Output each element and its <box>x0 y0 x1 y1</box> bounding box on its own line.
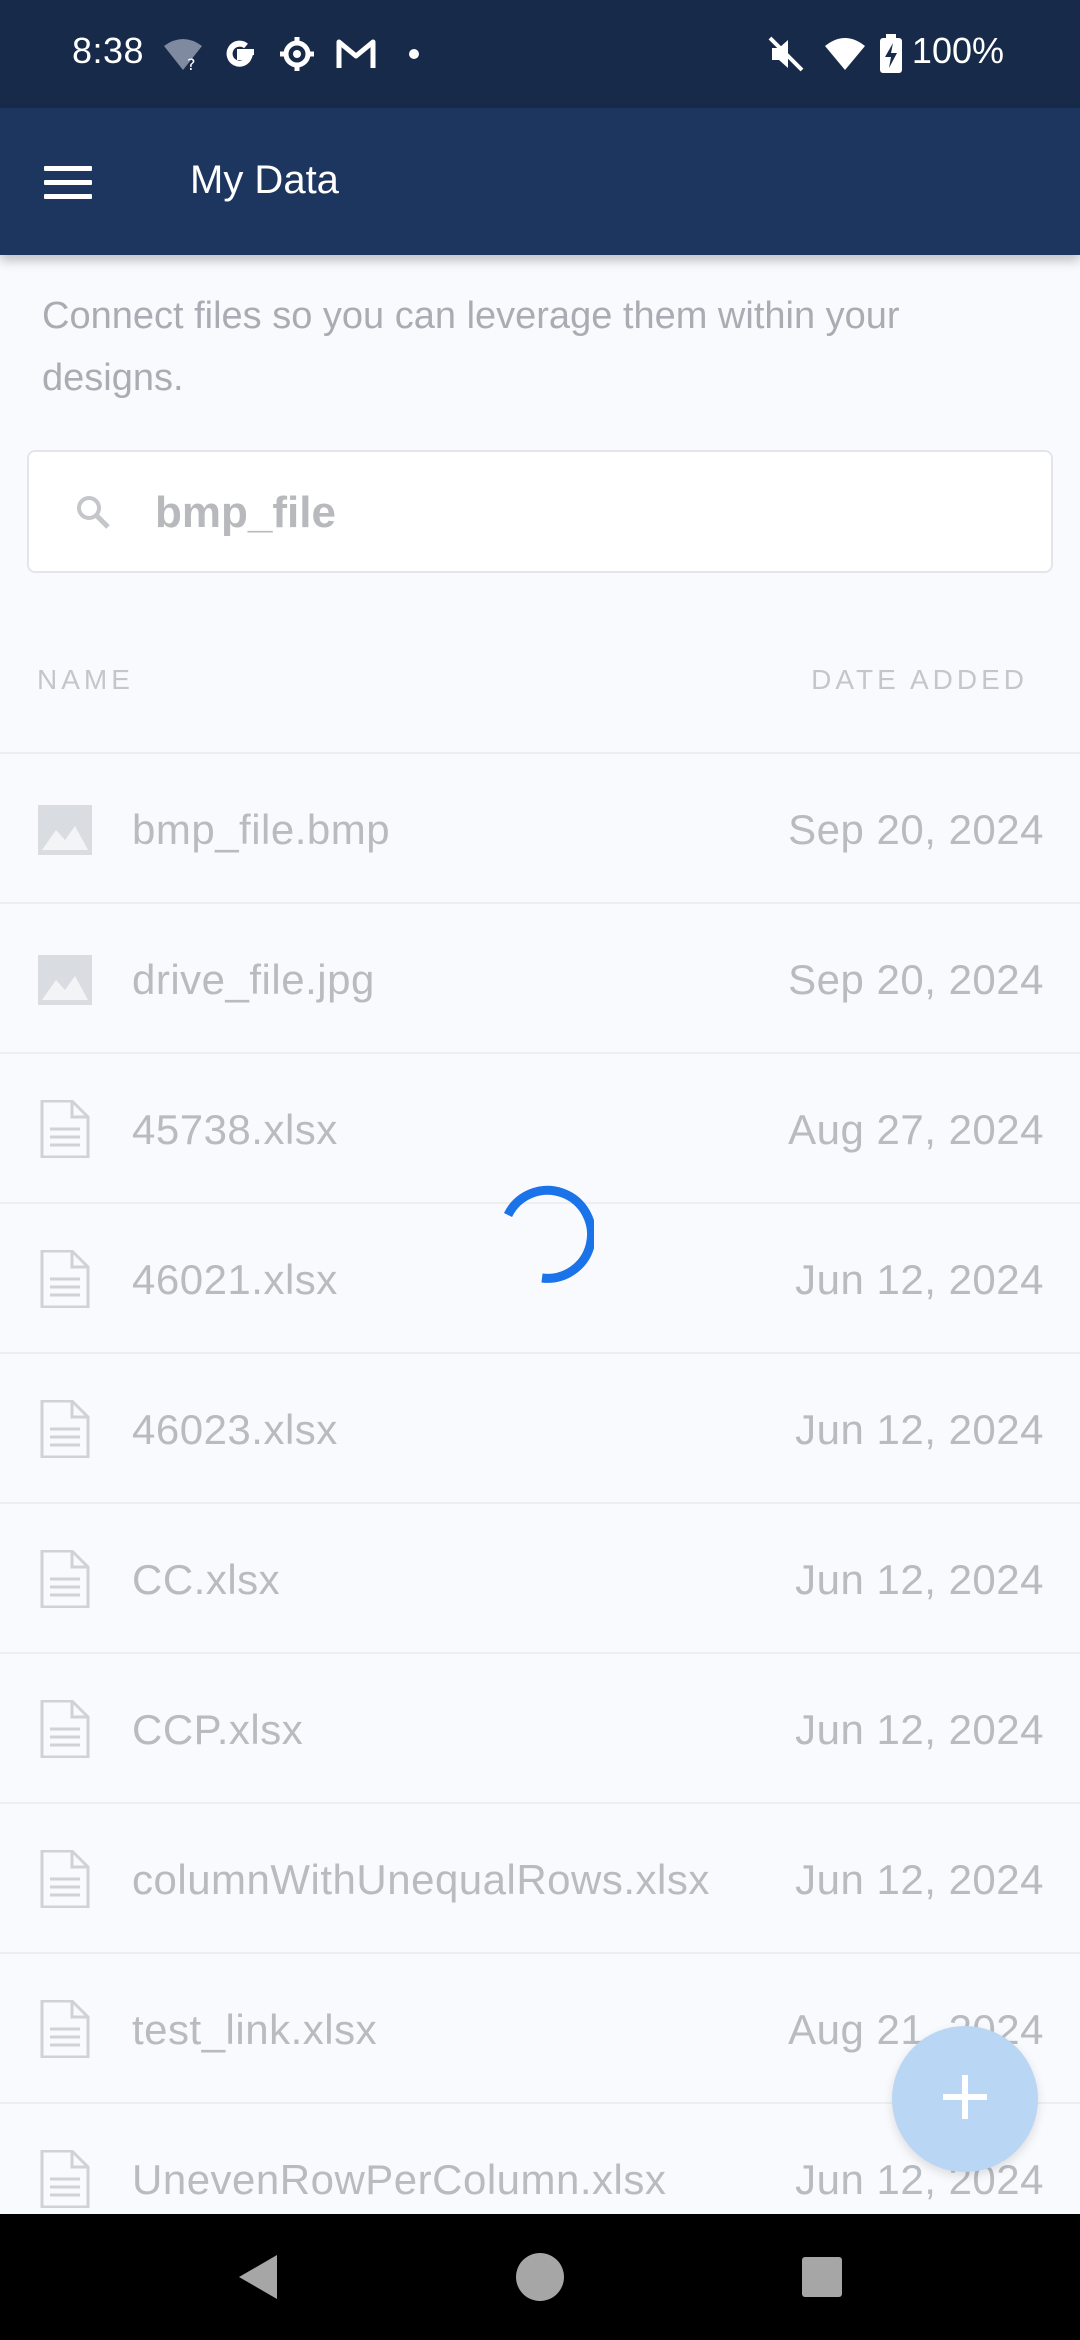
list-item[interactable]: drive_file.jpg Sep 20, 2024 <box>0 904 1080 1054</box>
gmail-icon <box>334 34 378 74</box>
settings-icon <box>276 34 318 74</box>
svg-text:?: ? <box>187 55 196 72</box>
list-item[interactable]: CCP.xlsx Jun 12, 2024 <box>0 1654 1080 1804</box>
file-name: drive_file.jpg <box>132 956 375 1003</box>
search-icon <box>73 492 113 537</box>
column-header-name[interactable]: NAME <box>37 664 134 696</box>
file-date: Jun 12, 2024 <box>795 1856 1044 1903</box>
document-file-icon <box>38 1999 92 2059</box>
status-bar: 8:38 ? 100% <box>0 0 1080 108</box>
file-name: 46021.xlsx <box>132 1256 338 1303</box>
file-name: test_link.xlsx <box>132 2006 378 2053</box>
document-file-icon <box>38 1099 92 1159</box>
page-description: Connect files so you can leverage them w… <box>42 295 900 399</box>
document-file-icon <box>38 1699 92 1759</box>
page-title: My Data <box>190 158 339 202</box>
file-list: bmp_file.bmp Sep 20, 2024 drive_file.jpg… <box>0 754 1080 2254</box>
document-file-icon <box>38 1249 92 1309</box>
document-file-icon <box>38 1849 92 1909</box>
list-item[interactable]: 46023.xlsx Jun 12, 2024 <box>0 1354 1080 1504</box>
system-navigation-bar <box>0 2214 1080 2340</box>
file-name: bmp_file.bmp <box>132 806 391 853</box>
file-date: Jun 12, 2024 <box>795 1256 1044 1303</box>
file-name: columnWithUnequalRows.xlsx <box>132 1856 710 1903</box>
search-value: bmp_file <box>155 488 336 537</box>
file-date: Jun 12, 2024 <box>795 2156 1044 2203</box>
document-file-icon <box>38 1399 92 1459</box>
file-name: CCP.xlsx <box>132 1706 304 1753</box>
search-input[interactable]: bmp_file <box>27 450 1053 573</box>
file-name: CC.xlsx <box>132 1556 281 1603</box>
recents-icon[interactable] <box>762 2214 882 2340</box>
hamburger-menu-icon[interactable] <box>44 152 104 212</box>
list-item[interactable]: bmp_file.bmp Sep 20, 2024 <box>0 754 1080 904</box>
back-icon[interactable] <box>198 2214 318 2340</box>
status-time: 8:38 <box>72 30 145 71</box>
battery-level: 100% <box>911 30 1004 71</box>
file-date: Jun 12, 2024 <box>795 1406 1044 1453</box>
battery-charging-icon <box>876 34 906 74</box>
file-date: Jun 12, 2024 <box>795 1556 1044 1603</box>
file-name: 45738.xlsx <box>132 1106 338 1153</box>
file-date: Sep 20, 2024 <box>788 956 1044 1003</box>
image-file-icon <box>38 950 92 1008</box>
file-date: Aug 27, 2024 <box>788 1106 1044 1153</box>
document-file-icon <box>38 2149 92 2209</box>
wifi-icon <box>822 34 868 74</box>
file-name: UnevenRowPerColumn.xlsx <box>132 2156 667 2203</box>
image-file-icon <box>38 800 92 858</box>
home-icon[interactable] <box>480 2214 600 2340</box>
file-name: 46023.xlsx <box>132 1406 338 1453</box>
file-date: Sep 20, 2024 <box>788 806 1044 853</box>
loading-spinner-icon <box>490 1182 596 1286</box>
list-item[interactable]: columnWithUnequalRows.xlsx Jun 12, 2024 <box>0 1804 1080 1954</box>
dot-icon <box>404 34 424 74</box>
app-bar: My Data <box>0 108 1080 255</box>
plus-icon <box>939 2071 991 2128</box>
file-date: Jun 12, 2024 <box>795 1706 1044 1753</box>
add-file-button[interactable] <box>892 2026 1038 2172</box>
list-item[interactable]: CC.xlsx Jun 12, 2024 <box>0 1504 1080 1654</box>
document-file-icon <box>38 1549 92 1609</box>
mute-icon <box>764 34 808 74</box>
wifi-unknown-icon: ? <box>160 34 206 74</box>
google-icon <box>218 34 262 74</box>
column-header-date-added[interactable]: DATE ADDED <box>811 664 1028 696</box>
